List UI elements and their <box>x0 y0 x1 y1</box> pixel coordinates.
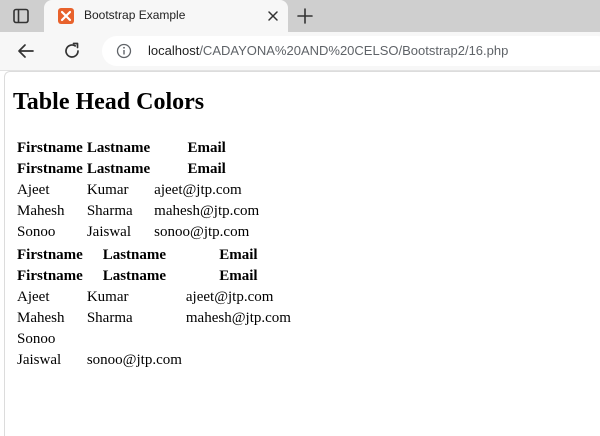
header-lastname: Lastname <box>86 161 151 177</box>
tab-title: Bootstrap Example <box>84 8 186 22</box>
table-header-row: Firstname Lastname Email <box>16 267 292 286</box>
cell-lastname: Sharma <box>86 203 133 219</box>
table-row: Sonoo Jaiswal sonoo@jtp.com <box>16 223 260 242</box>
url-text: localhost/CADAYONA%20AND%20CELSO/Bootstr… <box>148 43 508 58</box>
xampp-favicon-icon <box>58 8 74 24</box>
tab-strip: Bootstrap Example <box>0 0 600 32</box>
cell-lastname: Kumar <box>86 182 129 198</box>
header-firstname: Firstname <box>17 247 83 263</box>
table-2-body: Ajeet Kumar ajeet@jtp.com Mahesh Sharma … <box>16 288 292 370</box>
table-row: Mahesh Sharma mahesh@jtp.com <box>16 202 260 221</box>
table-2: Firstname Lastname Email Firstname Lastn… <box>14 244 294 372</box>
table-row: Ajeet Kumar ajeet@jtp.com <box>16 288 292 307</box>
cell-email: mahesh@jtp.com <box>154 203 260 219</box>
header-email: Email <box>187 161 226 177</box>
reload-icon[interactable] <box>62 41 82 61</box>
cell-firstname: Sonoo <box>17 331 56 347</box>
table-row: Jaiswal sonoo@jtp.com <box>16 351 292 370</box>
header-email: Email <box>219 268 258 284</box>
table-1-head: Firstname Lastname Email Firstname Lastn… <box>16 139 260 179</box>
header-lastname: Lastname <box>102 247 167 263</box>
cell-lastname: Sharma <box>86 310 133 326</box>
cell-firstname: Ajeet <box>17 182 50 198</box>
table-row: Mahesh Sharma mahesh@jtp.com <box>16 309 292 328</box>
page-viewport: Table Head Colors Firstname Lastname Ema… <box>4 71 600 436</box>
cell-lastname: Jaiswal <box>86 224 131 240</box>
address-bar[interactable]: localhost/CADAYONA%20AND%20CELSO/Bootstr… <box>102 36 600 66</box>
browser-toolbar: localhost/CADAYONA%20AND%20CELSO/Bootstr… <box>0 32 600 71</box>
header-lastname: Lastname <box>102 268 167 284</box>
header-firstname: Firstname <box>17 140 83 156</box>
table-row: Ajeet Kumar ajeet@jtp.com <box>16 181 260 200</box>
header-email: Email <box>219 247 258 263</box>
cell-email: ajeet@jtp.com <box>154 182 242 198</box>
close-tab-icon[interactable] <box>266 9 280 23</box>
cell-lastname: Jaiswal <box>17 352 62 368</box>
browser-tab[interactable]: Bootstrap Example <box>44 0 288 32</box>
new-tab-icon[interactable] <box>296 7 314 25</box>
site-info-icon[interactable] <box>116 43 132 59</box>
page-content: Firstname Lastname Email Firstname Lastn… <box>14 137 294 372</box>
table-header-row: Firstname Lastname Email <box>16 160 260 179</box>
url-host: localhost <box>148 43 200 58</box>
cell-lastname: Kumar <box>86 289 129 305</box>
cell-email: ajeet@jtp.com <box>185 289 274 305</box>
back-arrow-icon[interactable] <box>16 41 36 61</box>
cell-email: mahesh@jtp.com <box>185 310 291 326</box>
page-heading: Table Head Colors <box>13 89 205 115</box>
header-firstname: Firstname <box>17 268 83 284</box>
cell-firstname: Mahesh <box>17 203 65 219</box>
url-path: /CADAYONA%20AND%20CELSO/Bootstrap2/16.ph… <box>199 43 509 58</box>
table-header-row: Firstname Lastname Email <box>16 246 292 265</box>
table-1-body: Ajeet Kumar ajeet@jtp.com Mahesh Sharma … <box>16 181 260 242</box>
table-row: Sonoo <box>16 330 292 349</box>
cell-firstname: Sonoo <box>17 224 56 240</box>
header-email: Email <box>187 140 226 156</box>
table-header-row: Firstname Lastname Email <box>16 139 260 158</box>
cell-email: sonoo@jtp.com <box>154 224 250 240</box>
header-firstname: Firstname <box>17 161 83 177</box>
table-1: Firstname Lastname Email Firstname Lastn… <box>14 137 262 244</box>
cell-firstname: Ajeet <box>17 289 50 305</box>
header-lastname: Lastname <box>86 140 151 156</box>
table-2-head: Firstname Lastname Email Firstname Lastn… <box>16 246 292 286</box>
cell-email: sonoo@jtp.com <box>86 352 182 368</box>
cell-firstname: Mahesh <box>17 310 65 326</box>
sidebar-toggle-icon[interactable] <box>12 7 30 25</box>
